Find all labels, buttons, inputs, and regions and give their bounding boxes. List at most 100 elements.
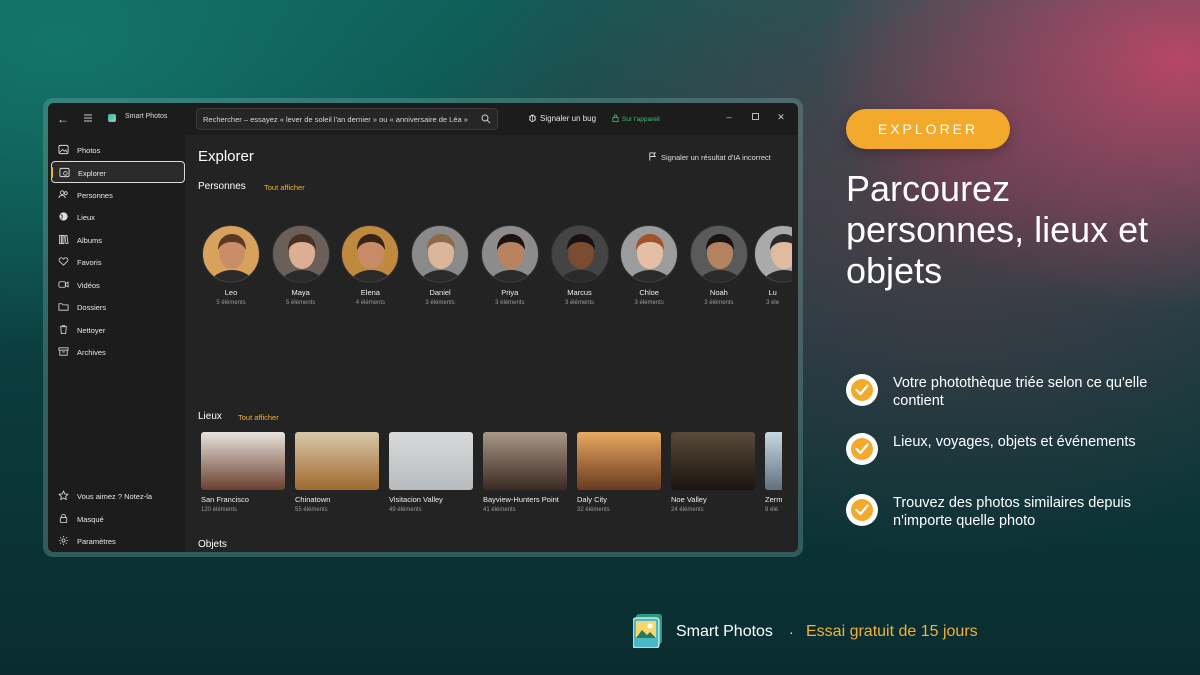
search-icon[interactable] xyxy=(481,114,491,124)
sidebar-item-lieux[interactable]: Lieux xyxy=(51,206,185,228)
sidebar-item-explorer[interactable]: Explorer xyxy=(51,161,185,183)
person-name: Noah xyxy=(709,288,728,297)
thumbnail xyxy=(483,432,567,490)
places-card[interactable]: Noe Valley 24 éléments xyxy=(671,432,755,513)
avatar xyxy=(480,225,539,283)
sidebar-item-parametres[interactable]: Paramètres xyxy=(51,530,185,552)
avatar xyxy=(689,225,748,283)
sidebar-item-nettoyer[interactable]: Nettoyer xyxy=(51,319,185,341)
hamburger-menu-icon[interactable] xyxy=(80,111,96,127)
close-button[interactable]: ✕ xyxy=(775,112,787,123)
person-card[interactable]: Priya 3 éléments xyxy=(475,225,545,306)
sidebar-item-personnes[interactable]: Personnes xyxy=(51,184,185,206)
minimize-button[interactable]: – xyxy=(723,112,735,122)
maximize-button[interactable] xyxy=(749,112,761,122)
video-icon xyxy=(58,281,69,288)
sidebar-item-photos[interactable]: Photos xyxy=(51,139,185,161)
card-count: 49 éléments xyxy=(389,507,422,513)
people-icon xyxy=(58,190,68,199)
places-card[interactable]: San Francisco 120 éléments xyxy=(201,432,285,513)
avatar xyxy=(550,225,609,283)
explorer-badge: EXPLORER xyxy=(846,109,1010,149)
places-card[interactable]: Bayview-Hunters Point 41 éléments xyxy=(483,432,567,513)
search-input[interactable]: Rechercher – essayez « lever de soleil l… xyxy=(196,108,498,130)
thumbnail xyxy=(577,432,661,490)
objects-section-title: Objets xyxy=(198,539,227,550)
sidebar-item-rate-app[interactable]: Vous aimez ? Notez-la xyxy=(51,485,185,507)
feature-text: Votre photothèque triée selon ce qu'elle… xyxy=(893,375,1148,409)
person-name: Lu xyxy=(768,288,777,297)
person-count: 3 éléments xyxy=(425,300,455,306)
person-card[interactable]: Daniel 3 éléments xyxy=(405,225,475,306)
page-title: Explorer xyxy=(198,148,254,165)
app-logo-icon xyxy=(108,114,116,122)
person-card[interactable]: Maya 5 éléments xyxy=(266,225,336,306)
back-arrow-icon[interactable]: ← xyxy=(55,111,71,127)
person-count: 3 éléments xyxy=(564,300,595,306)
card-name: Noe Valley xyxy=(671,495,707,504)
app-window: ← Smart Photos Rechercher – essayez « le… xyxy=(48,103,798,552)
sidebar-item-favoris[interactable]: Favoris xyxy=(51,251,185,273)
sidebar-item-dossiers[interactable]: Dossiers xyxy=(51,296,185,318)
report-ai-result-button[interactable]: Signaler un résultat d'IA incorrect xyxy=(648,152,771,162)
globe-icon xyxy=(59,212,68,221)
card-name: Bayview-Hunters Point xyxy=(483,495,559,504)
main-content: Explorer Signaler un résultat d'IA incor… xyxy=(186,135,798,552)
thumbnail xyxy=(201,432,285,490)
search-placeholder: Rechercher – essayez « lever de soleil l… xyxy=(203,115,468,124)
report-bug-button[interactable]: Signaler un bug xyxy=(528,113,596,123)
person-card[interactable]: Chloe 3 éléments xyxy=(614,225,684,306)
person-count: 5 éléments xyxy=(216,300,246,306)
app-title: Smart Photos xyxy=(125,113,168,120)
footer-brand: Smart Photos xyxy=(676,623,773,640)
footer-separator: · xyxy=(789,624,794,640)
person-name: Elena xyxy=(360,288,380,297)
person-count: 3 éléments xyxy=(704,300,734,306)
person-card[interactable]: Marcus 3 éléments xyxy=(545,225,615,306)
person-name: Priya xyxy=(501,288,519,297)
feature-text: Trouvez des photos similaires depuis n'i… xyxy=(893,495,1132,529)
card-name: San Francisco xyxy=(201,495,249,504)
places-card[interactable]: Visitacion Valley 49 éléments xyxy=(389,432,473,513)
folder-icon xyxy=(58,303,69,311)
places-card[interactable]: Zerm 9 élé xyxy=(765,432,782,513)
sidebar-item-videos[interactable]: Vidéos xyxy=(51,274,185,296)
sidebar: Photos Explorer Personnes Lieux Albums F… xyxy=(48,135,186,552)
card-name: Chinatown xyxy=(295,495,331,504)
star-icon xyxy=(58,490,69,501)
bug-icon xyxy=(528,114,537,122)
photo-icon xyxy=(58,144,69,155)
thumbnail xyxy=(295,432,379,490)
person-card[interactable]: Leo 5 éléments xyxy=(196,225,266,306)
sidebar-item-masque[interactable]: Masqué xyxy=(51,508,185,530)
check-icon xyxy=(846,433,878,465)
check-icon xyxy=(846,374,878,406)
trash-icon xyxy=(59,325,68,335)
places-card[interactable]: Daly City 32 éléments xyxy=(577,432,661,513)
avatar xyxy=(411,225,470,283)
card-count: 55 éléments xyxy=(295,507,328,513)
people-section-title: Personnes xyxy=(198,181,246,192)
gear-icon xyxy=(58,535,69,546)
card-name: Daly City xyxy=(577,495,608,504)
person-name: Daniel xyxy=(429,288,451,297)
sidebar-item-albums[interactable]: Albums xyxy=(51,229,185,251)
card-name: Zerm xyxy=(765,495,782,504)
avatar xyxy=(271,225,330,283)
person-card[interactable]: Elena 4 éléments xyxy=(335,225,405,306)
sidebar-item-archives[interactable]: Archives xyxy=(51,341,185,363)
lock-icon xyxy=(59,513,68,524)
smart-photos-logo-icon xyxy=(633,614,662,648)
person-name: Marcus xyxy=(567,288,592,297)
person-count: 5 éléments xyxy=(286,300,316,306)
person-count: 4 éléments xyxy=(355,300,386,306)
archive-icon xyxy=(58,347,69,356)
thumbnail xyxy=(671,432,755,490)
person-card[interactable]: Noah 3 éléments xyxy=(684,225,754,306)
footer-trial: Essai gratuit de 15 jours xyxy=(806,623,978,640)
person-card[interactable]: Lu 3 éle xyxy=(753,225,792,306)
places-card[interactable]: Chinatown 55 éléments xyxy=(295,432,379,513)
card-count: 24 éléments xyxy=(671,507,704,513)
people-see-all-link[interactable]: Tout afficher xyxy=(264,183,305,192)
places-see-all-link[interactable]: Tout afficher xyxy=(238,413,279,422)
